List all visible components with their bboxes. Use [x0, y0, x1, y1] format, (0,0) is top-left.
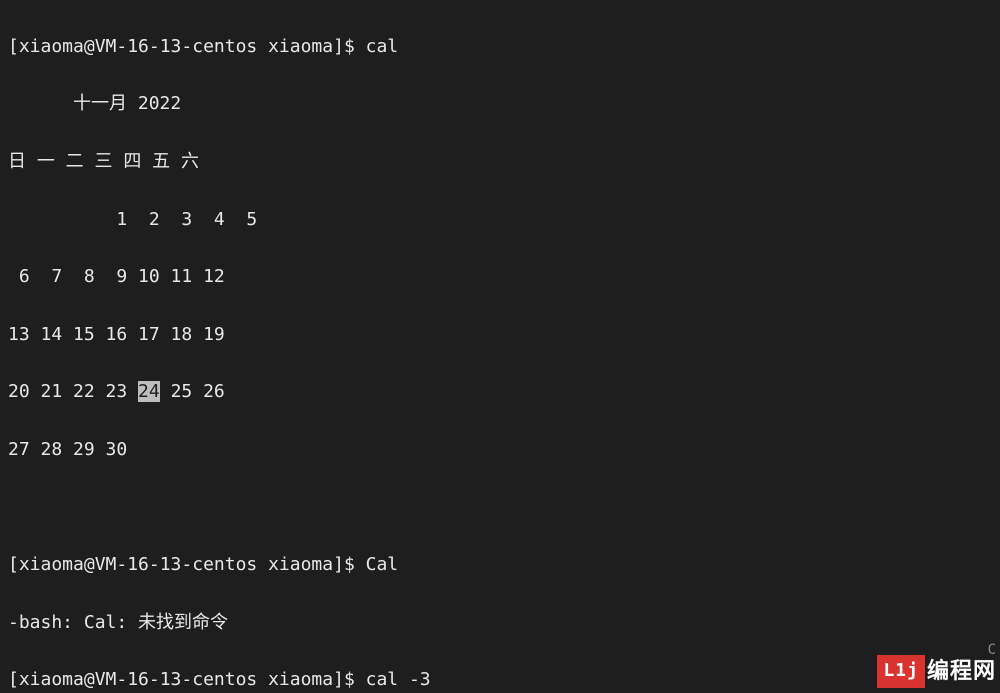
prompt-line-2: [xiaoma@VM-16-13-centos xiaoma]$ Cal	[8, 551, 992, 580]
cal-row-4b: 25 26	[160, 381, 225, 402]
watermark-text: 编程网	[927, 654, 996, 689]
cal-today: 24	[138, 381, 160, 402]
command-cal-upper: Cal	[366, 554, 399, 575]
cal-row-3: 13 14 15 16 17 18 19	[8, 321, 992, 350]
command-cal-3: cal -3	[366, 669, 431, 690]
cal-row-4: 20 21 22 23 24 25 26	[8, 378, 992, 407]
watermark-badge: L1j	[877, 655, 925, 688]
cal-dow: 日 一 二 三 四 五 六	[8, 148, 992, 177]
prompt-text: [xiaoma@VM-16-13-centos xiaoma]$	[8, 669, 366, 690]
prompt-text: [xiaoma@VM-16-13-centos xiaoma]$	[8, 554, 366, 575]
watermark: L1j 编程网	[877, 654, 1000, 689]
cal-row-2: 6 7 8 9 10 11 12	[8, 263, 992, 292]
prompt-line-1: [xiaoma@VM-16-13-centos xiaoma]$ cal	[8, 33, 992, 62]
cal-row-1: 1 2 3 4 5	[8, 206, 992, 235]
cal-row-4a: 20 21 22 23	[8, 381, 138, 402]
command-cal: cal	[366, 36, 399, 57]
cal-row-5: 27 28 29 30	[8, 436, 992, 465]
prompt-line-3: [xiaoma@VM-16-13-centos xiaoma]$ cal -3	[8, 666, 992, 693]
prompt-text: [xiaoma@VM-16-13-centos xiaoma]$	[8, 36, 366, 57]
cal-title: 十一月 2022	[8, 90, 992, 119]
error-output: -bash: Cal: 未找到命令	[8, 609, 992, 638]
blank-line	[8, 494, 992, 523]
terminal[interactable]: [xiaoma@VM-16-13-centos xiaoma]$ cal 十一月…	[0, 0, 1000, 693]
